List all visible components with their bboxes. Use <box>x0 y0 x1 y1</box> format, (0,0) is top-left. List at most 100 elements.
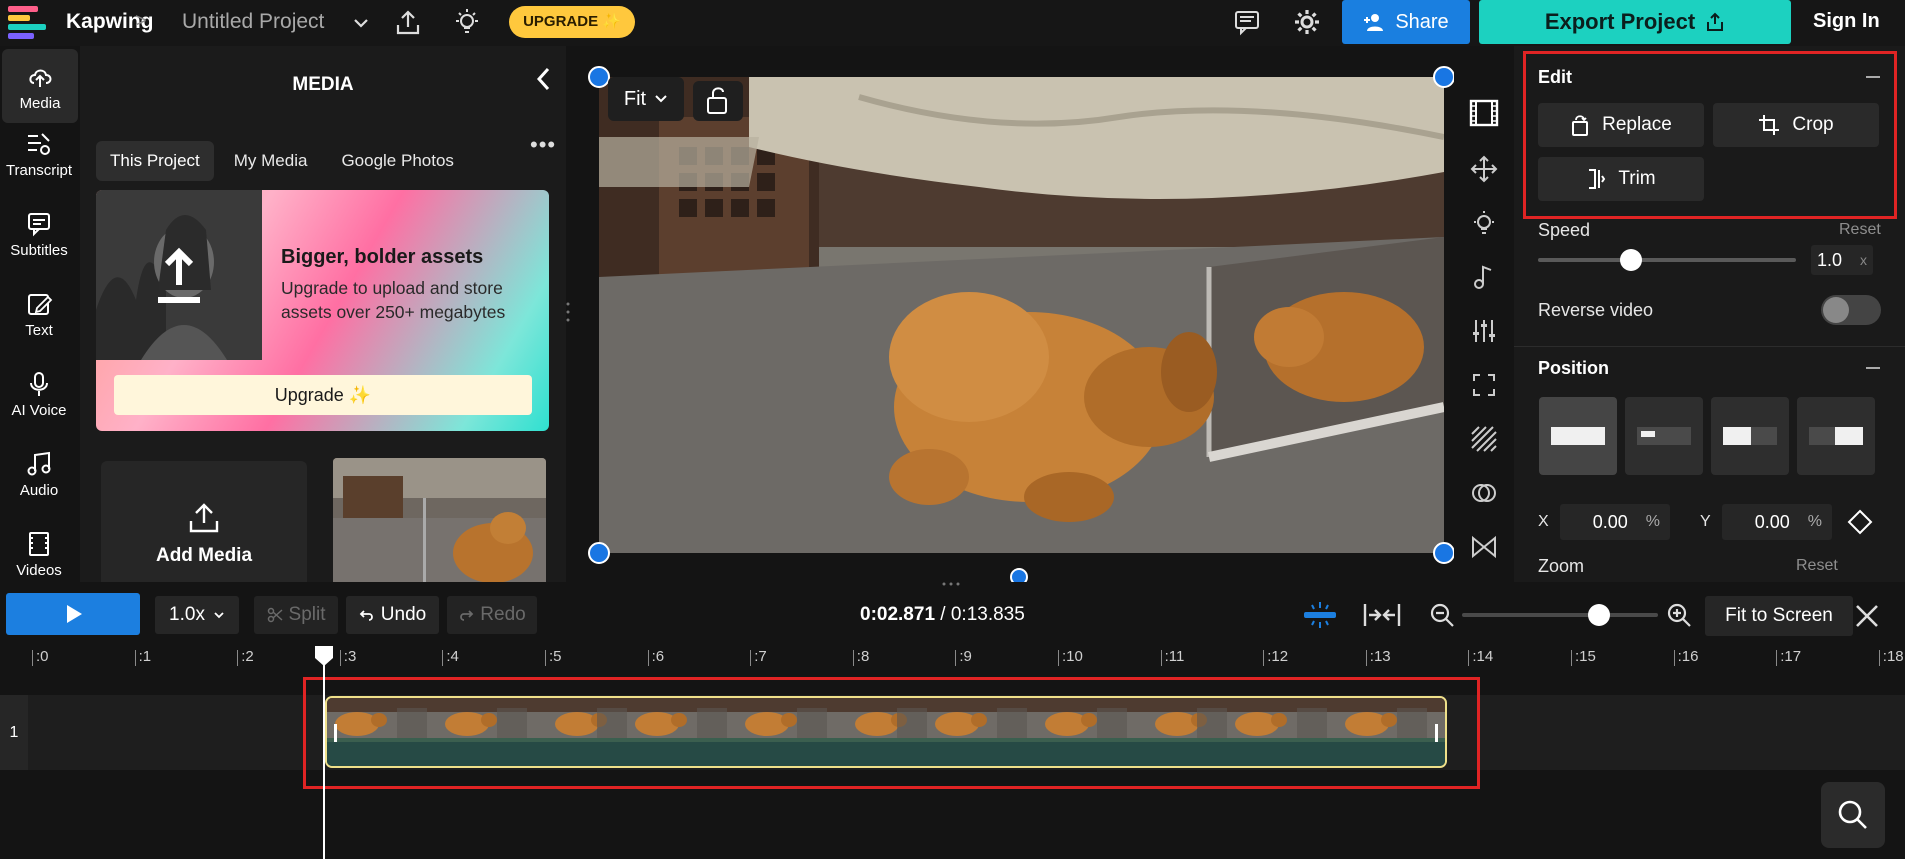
collapse-position-icon[interactable] <box>1866 367 1880 369</box>
more-options-icon[interactable]: ••• <box>530 132 556 158</box>
speed-slider-knob[interactable] <box>1619 249 1642 271</box>
ruler-tick: :11 <box>1160 648 1185 666</box>
playhead-marker-icon[interactable] <box>313 644 335 668</box>
add-media-button[interactable]: Add Media <box>101 461 307 582</box>
timeline-resize-grip[interactable] <box>940 580 962 588</box>
speed-input[interactable]: 1.0 x <box>1811 245 1873 275</box>
kapwing-logo-icon[interactable] <box>6 4 50 40</box>
split-button[interactable]: Split <box>254 596 338 634</box>
rail-item-transcript[interactable]: Transcript <box>0 116 78 190</box>
playhead-line[interactable] <box>323 650 325 859</box>
close-timeline-icon[interactable] <box>1852 601 1882 631</box>
export-label: Export Project <box>1544 9 1696 34</box>
speed-slider-track[interactable] <box>1538 258 1796 262</box>
play-button[interactable] <box>6 593 140 635</box>
redo-icon <box>458 607 474 623</box>
settings-gear-icon[interactable] <box>1292 7 1322 37</box>
ruler-tick: :1 <box>134 648 152 666</box>
lightbulb-tool-icon[interactable] <box>1469 208 1499 238</box>
rail-item-text[interactable]: Text <box>0 276 78 350</box>
resize-handle-bottom-left[interactable] <box>588 542 610 564</box>
fit-dropdown[interactable]: Fit <box>608 77 684 121</box>
panel-resize-grip[interactable] <box>565 300 571 324</box>
pattern-effects-icon[interactable] <box>1469 424 1499 454</box>
rail-item-media[interactable]: Media <box>2 49 78 123</box>
share-export-icon[interactable] <box>393 8 423 38</box>
video-preview[interactable] <box>599 77 1444 553</box>
redo-button[interactable]: Redo <box>447 596 537 634</box>
timeline-ruler[interactable]: :0:1:2:3:4:5:6:7:8:9:10:11:12:13:14:15:1… <box>0 648 1905 672</box>
collapse-edit-icon[interactable] <box>1866 76 1880 78</box>
rail-item-audio[interactable]: Audio <box>0 436 78 510</box>
crop-button[interactable]: Crop <box>1713 103 1879 147</box>
sign-in-link[interactable]: Sign In <box>1813 10 1880 33</box>
snap-magnet-icon[interactable] <box>1300 600 1340 630</box>
zoom-in-icon[interactable] <box>1665 601 1693 629</box>
adjust-sliders-icon[interactable] <box>1469 316 1499 346</box>
comments-icon[interactable] <box>1232 7 1262 37</box>
position-fill[interactable] <box>1539 397 1617 475</box>
resize-handle-top-right[interactable] <box>1433 66 1455 88</box>
link-rings-icon[interactable] <box>1469 478 1499 508</box>
rail-label-media: Media <box>19 95 61 112</box>
tab-my-media[interactable]: My Media <box>220 141 322 181</box>
upgrade-button[interactable]: UPGRADE ✨ <box>509 6 635 38</box>
replace-button[interactable]: Replace <box>1538 103 1704 147</box>
media-thumbnail[interactable] <box>333 458 546 582</box>
resize-handle-bottom-right[interactable] <box>1433 542 1455 564</box>
edit-section-title: Edit <box>1538 67 1572 87</box>
ruler-tick: :13 <box>1365 648 1391 666</box>
keyframe-diamond-icon[interactable] <box>1846 508 1874 536</box>
zoom-out-icon[interactable] <box>1428 601 1456 629</box>
rail-item-ai-voice[interactable]: AI Voice <box>0 356 78 430</box>
rail-item-videos[interactable]: Videos <box>0 516 78 582</box>
export-project-button[interactable]: Export Project <box>1479 0 1791 44</box>
clip-trim-handle-right[interactable] <box>1435 724 1438 742</box>
lightbulb-icon[interactable] <box>452 7 482 37</box>
unlock-aspect-button[interactable] <box>693 81 743 121</box>
toggle-knob <box>1823 297 1849 323</box>
speed-label: Speed <box>1538 220 1591 240</box>
speed-reset-link[interactable]: Reset <box>1839 221 1881 239</box>
fit-clips-icon[interactable] <box>1362 600 1402 630</box>
resize-handle-top-left[interactable] <box>588 66 610 88</box>
undo-button[interactable]: Undo <box>346 596 439 634</box>
y-label: Y <box>1700 513 1711 530</box>
ruler-tick: :7 <box>750 648 767 666</box>
text-edit-icon <box>25 290 53 318</box>
y-input[interactable]: 0.00 % <box>1722 504 1832 540</box>
playback-speed-dropdown[interactable]: 1.0x <box>155 596 239 634</box>
ruler-tick: :12 <box>1263 648 1289 666</box>
fit-to-screen-button[interactable]: Fit to Screen <box>1705 596 1853 636</box>
reverse-video-toggle[interactable] <box>1821 295 1881 325</box>
fullscreen-crop-icon[interactable] <box>1469 370 1499 400</box>
trim-button[interactable]: Trim <box>1538 157 1704 201</box>
transition-bowtie-icon[interactable] <box>1469 532 1499 562</box>
search-button[interactable] <box>1821 782 1885 848</box>
share-button[interactable]: Share <box>1342 0 1470 44</box>
position-half-left[interactable] <box>1711 397 1789 475</box>
media-panel: MEDIA This Project My Media Google Photo… <box>80 46 566 582</box>
position-small-left[interactable] <box>1625 397 1703 475</box>
video-clip[interactable] <box>325 696 1447 768</box>
properties-panel: Edit Replace Crop Trim Speed Reset 1.0 x… <box>1514 46 1905 582</box>
rail-item-subtitles[interactable]: Subtitles <box>0 196 78 270</box>
move-arrows-icon[interactable] <box>1469 154 1499 184</box>
project-name[interactable]: Untitled Project <box>182 10 324 34</box>
tab-google-photos[interactable]: Google Photos <box>327 141 467 181</box>
ruler-tick: :16 <box>1673 648 1699 666</box>
tab-this-project[interactable]: This Project <box>96 141 214 181</box>
timeline-zoom-track[interactable] <box>1462 613 1658 617</box>
x-input[interactable]: 0.00 % <box>1560 504 1670 540</box>
zoom-reset-link[interactable]: Reset <box>1796 557 1838 575</box>
music-note-tool-icon[interactable] <box>1469 262 1499 292</box>
filmstrip-tool-icon[interactable] <box>1469 98 1499 128</box>
chevron-down-icon <box>654 92 668 106</box>
promo-upgrade-button[interactable]: Upgrade ✨ <box>114 375 532 415</box>
chevron-left-icon[interactable] <box>532 64 556 94</box>
clip-frame <box>427 698 527 738</box>
chevron-down-icon[interactable] <box>352 14 370 32</box>
position-half-right[interactable] <box>1797 397 1875 475</box>
clip-trim-handle-left[interactable] <box>334 724 337 742</box>
panel-title: MEDIA <box>292 74 354 95</box>
